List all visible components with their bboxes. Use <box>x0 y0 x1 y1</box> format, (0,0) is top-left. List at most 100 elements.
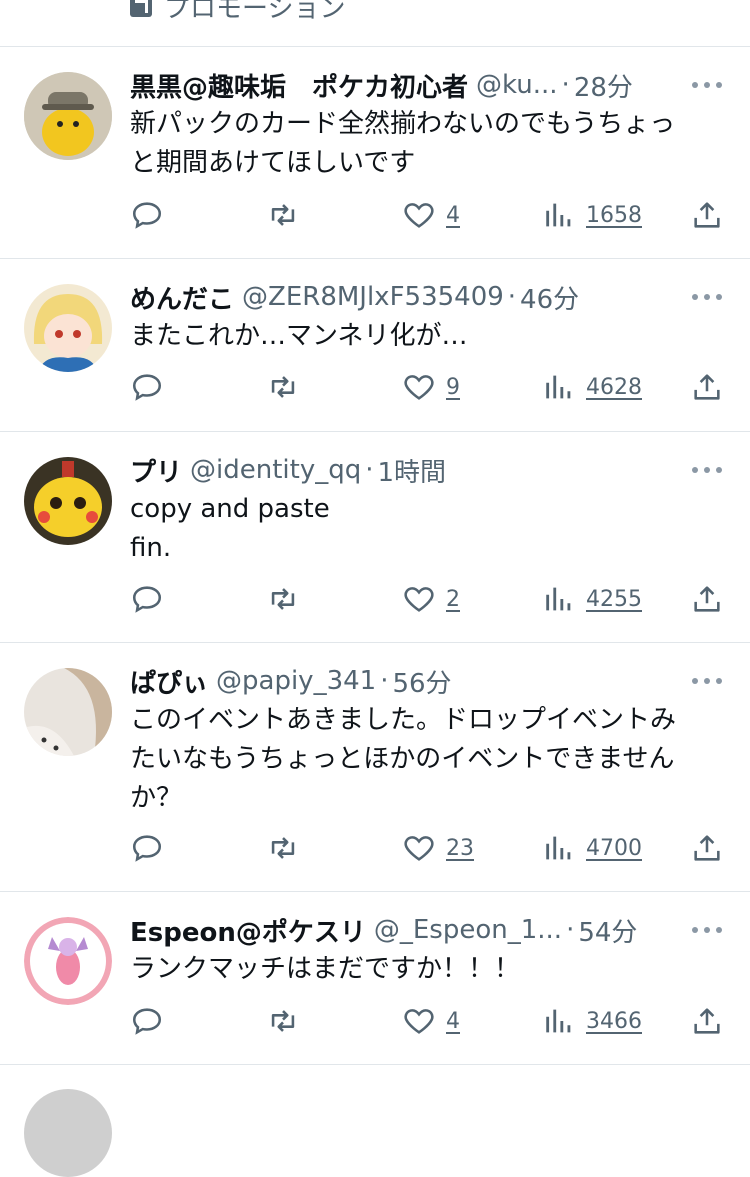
share-icon <box>694 202 720 228</box>
share-button[interactable] <box>690 828 724 868</box>
user-handle[interactable]: @_Espeon_1... <box>374 915 562 945</box>
heart-icon <box>404 587 434 612</box>
avatar[interactable] <box>24 1089 112 1177</box>
share-button[interactable] <box>690 579 724 619</box>
separator-dot: · <box>566 915 575 945</box>
promotion-label: プロモーション <box>130 0 345 26</box>
tweet-header: めんだこ @ZER8MJlxF535409 · 46分 <box>130 277 686 317</box>
like-button[interactable]: 9 <box>402 367 460 407</box>
like-button[interactable]: 4 <box>402 195 460 235</box>
view-count: 4700 <box>586 835 642 861</box>
timestamp[interactable]: 56分 <box>392 663 451 700</box>
more-options-icon[interactable] <box>692 287 722 307</box>
promotion-text: プロモーション <box>164 0 346 24</box>
reply-icon <box>132 374 162 401</box>
tweet-text: copy and paste fin. <box>130 494 330 563</box>
tweet-header: 黒黒@趣味垢 ポケカ初心者 @ku... · 28分 <box>130 65 686 105</box>
reply-button[interactable] <box>130 1001 164 1041</box>
like-button[interactable]: 2 <box>402 579 460 619</box>
avatar[interactable] <box>24 457 112 545</box>
avatar[interactable] <box>24 668 112 756</box>
like-count: 4 <box>446 202 460 228</box>
separator-dot: · <box>561 70 570 100</box>
user-handle[interactable]: @papiy_341 <box>216 666 376 696</box>
share-button[interactable] <box>690 1001 724 1041</box>
views-button[interactable]: 3466 <box>542 1001 642 1041</box>
separator-dot: · <box>380 666 389 696</box>
timestamp[interactable]: 54分 <box>578 912 637 949</box>
tweet-header: プリ @identity_qq · 1時間 <box>130 450 686 490</box>
view-count: 3466 <box>586 1008 642 1034</box>
like-button[interactable]: 23 <box>402 828 474 868</box>
tweet[interactable]: めんだこ @ZER8MJlxF535409 · 46分 またこれか…マンネリ化が… <box>0 259 750 431</box>
tweet-actions: 2 4255 <box>130 579 726 619</box>
reply-icon <box>132 586 162 613</box>
tweet-actions: 4 1658 <box>130 195 726 235</box>
like-count: 23 <box>446 835 474 861</box>
share-icon <box>694 586 720 612</box>
tweet-actions: 4 3466 <box>130 1001 726 1041</box>
views-chart-icon <box>546 1009 571 1033</box>
heart-icon <box>404 375 434 400</box>
tweet[interactable]: プリ @identity_qq · 1時間 copy and paste fin… <box>0 432 750 642</box>
more-options-icon[interactable] <box>692 75 722 95</box>
share-button[interactable] <box>690 367 724 407</box>
retweet-button[interactable] <box>266 367 300 407</box>
like-count: 4 <box>446 1008 460 1034</box>
share-button[interactable] <box>690 195 724 235</box>
avatar[interactable] <box>24 72 112 160</box>
retweet-button[interactable] <box>266 828 300 868</box>
views-button[interactable]: 4255 <box>542 579 642 619</box>
tweet-text: 新パックのカード全然揃わないのでもうちょっ と期間あけてほしいです <box>130 109 676 178</box>
reply-button[interactable] <box>130 579 164 619</box>
user-handle[interactable]: @ku... <box>476 70 558 100</box>
retweet-icon <box>271 588 295 610</box>
tweet[interactable]: 黒黒@趣味垢 ポケカ初心者 @ku... · 28分 新パックのカード全然揃わな… <box>0 47 750 258</box>
user-handle[interactable]: @ZER8MJlxF535409 <box>242 282 504 312</box>
timestamp[interactable]: 28分 <box>574 67 633 104</box>
display-name[interactable]: めんだこ <box>130 279 234 316</box>
views-chart-icon <box>546 587 571 611</box>
separator-dot: · <box>365 455 374 485</box>
retweet-button[interactable] <box>266 195 300 235</box>
views-button[interactable]: 4700 <box>542 828 642 868</box>
views-button[interactable]: 4628 <box>542 367 642 407</box>
tweet[interactable]: ぱぴぃ @papiy_341 · 56分 このイベントあきました。ドロップイベン… <box>0 643 750 891</box>
share-icon <box>694 1008 720 1034</box>
reply-icon <box>132 1008 162 1035</box>
view-count: 4255 <box>586 586 642 612</box>
display-name[interactable]: プリ <box>130 452 182 489</box>
tweet-text: またこれか…マンネリ化が… <box>130 321 468 351</box>
reply-button[interactable] <box>130 367 164 407</box>
reply-button[interactable] <box>130 828 164 868</box>
separator-dot: · <box>507 282 517 312</box>
tweet-text: このイベントあきました。ドロップイベントみ たいなもうちょっとほかのイベントでき… <box>130 705 677 813</box>
reply-icon <box>132 835 162 862</box>
view-count: 1658 <box>586 202 642 228</box>
more-options-icon[interactable] <box>692 460 722 480</box>
more-options-icon[interactable] <box>692 920 722 940</box>
retweet-icon <box>271 837 295 859</box>
share-icon <box>694 374 720 400</box>
avatar[interactable] <box>24 284 112 372</box>
display-name[interactable]: Espeon@ポケスリ <box>130 912 366 949</box>
display-name[interactable]: 黒黒@趣味垢 ポケカ初心者 <box>130 67 468 104</box>
views-chart-icon <box>546 203 571 227</box>
reply-button[interactable] <box>130 195 164 235</box>
avatar[interactable] <box>24 917 112 1005</box>
like-button[interactable]: 4 <box>402 1001 460 1041</box>
heart-icon <box>404 203 434 228</box>
display-name[interactable]: ぱぴぃ <box>130 663 208 700</box>
user-handle[interactable]: @identity_qq <box>190 455 361 485</box>
more-options-icon[interactable] <box>692 671 722 691</box>
timestamp[interactable]: 46分 <box>520 279 579 316</box>
views-chart-icon <box>546 836 571 860</box>
retweet-icon <box>271 204 295 226</box>
heart-icon <box>404 1009 434 1034</box>
tweet[interactable]: Espeon@ポケスリ @_Espeon_1... · 54分 ランクマッチはま… <box>0 892 750 1064</box>
timestamp[interactable]: 1時間 <box>378 452 447 489</box>
retweet-button[interactable] <box>266 579 300 619</box>
views-button[interactable]: 1658 <box>542 195 642 235</box>
retweet-icon <box>271 1010 295 1032</box>
retweet-button[interactable] <box>266 1001 300 1041</box>
